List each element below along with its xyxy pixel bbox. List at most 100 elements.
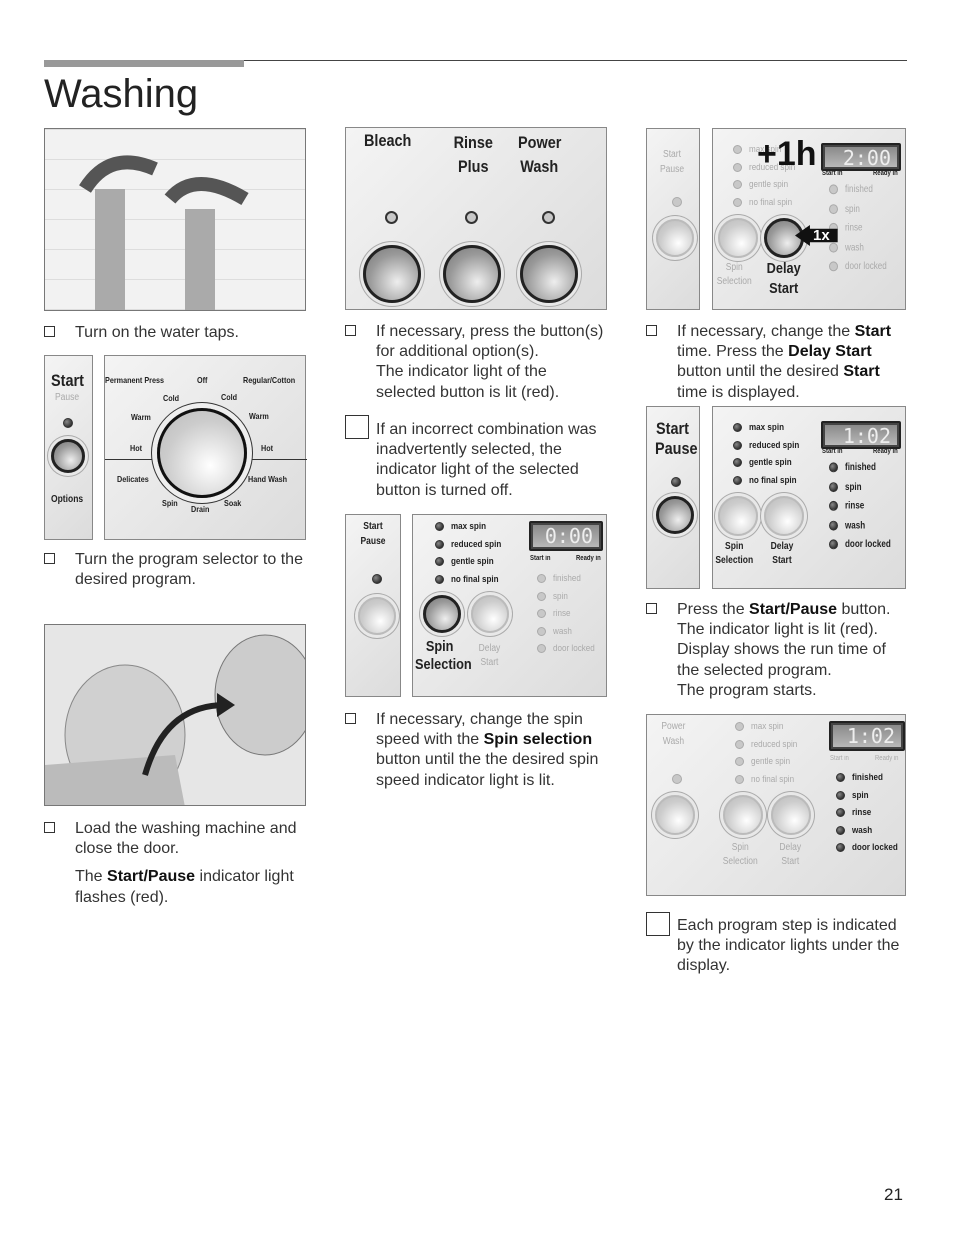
- spin-selection-button[interactable]: [718, 496, 758, 536]
- indicator-row: rinse: [829, 497, 899, 516]
- checkbox-bullet-icon: [44, 326, 55, 337]
- indicator-label: wash: [553, 625, 572, 637]
- step-press-start: Press the Start/Pause button. The indicat…: [646, 600, 911, 701]
- spin-selection-panel: max spin reduced spin gentle spin no final …: [412, 514, 607, 697]
- power-wash-label: Power Wash: [518, 133, 562, 176]
- spin-selection-button[interactable]: [718, 218, 758, 258]
- indicator-row: wash: [829, 238, 894, 257]
- indicator-label: no final spin: [749, 196, 793, 208]
- indicator-row: gentle spin: [733, 454, 808, 472]
- indicator-row: spin: [537, 588, 602, 606]
- indicator-light-icon: [829, 462, 838, 473]
- indicator-label: spin: [852, 789, 869, 801]
- power-wash-button[interactable]: [520, 245, 578, 303]
- note-incorrect-combination: If an incorrect combination was inadvert…: [345, 415, 610, 501]
- indicator-label: rinse: [845, 500, 865, 513]
- indicator-row: no final spin: [435, 571, 510, 589]
- start-pause-panel: Start Pause: [646, 128, 700, 310]
- step-program-selector: Turn the program selector to the desired…: [44, 550, 306, 590]
- start-pause-panel: Start Pause: [345, 514, 401, 697]
- start-in-label: Start in: [530, 555, 551, 562]
- indicator-label: finished: [852, 772, 883, 784]
- dial-label-warm: Warm: [131, 412, 151, 422]
- start-indicator-light: [672, 197, 682, 207]
- power-wash-button[interactable]: [655, 795, 695, 835]
- option-buttons-panel: Bleach Rinse Plus Power Wash: [345, 127, 607, 310]
- indicator-light-icon: [733, 458, 742, 468]
- indicator-row: door locked: [829, 257, 894, 276]
- checkbox-bullet-icon: [44, 553, 55, 564]
- water-taps-illustration: [44, 128, 306, 311]
- indicator-label: max spin: [749, 422, 785, 434]
- dial-label-hand-wash: Hand Wash: [248, 474, 288, 484]
- indicator-label: max spin: [751, 721, 784, 733]
- indicator-row: door locked: [836, 839, 906, 857]
- indicator-light-icon: [733, 475, 742, 485]
- time-display: 1:02: [829, 721, 905, 751]
- indicator-label: wash: [845, 241, 864, 254]
- time-display: 2:00: [821, 143, 901, 171]
- status-lights-list: finished spin rinse wash door locked: [836, 769, 906, 857]
- step-turn-on-taps: Turn on the water taps.: [44, 323, 306, 343]
- step-delay-start: If necessary, change the Start time. Pre…: [646, 322, 911, 403]
- start-in-label: Start in: [822, 448, 843, 455]
- step-options: If necessary, press the button(s) for ad…: [345, 322, 610, 403]
- start-pause-button[interactable]: [656, 219, 694, 257]
- delay-start-button[interactable]: [764, 496, 804, 536]
- spin-selection-button[interactable]: [423, 595, 461, 633]
- indicator-light-icon: [735, 774, 744, 784]
- delay-start-button[interactable]: [764, 218, 804, 258]
- dial-label-cold: Cold: [221, 392, 238, 402]
- spin-options-list: max spin reduced spin gentle spin no final …: [733, 419, 808, 489]
- indicator-row: finished: [829, 180, 894, 199]
- indicator-light-icon: [537, 626, 546, 636]
- indicator-row: door locked: [829, 535, 899, 554]
- start-pause-button[interactable]: [358, 597, 396, 635]
- indicator-row: max spin: [435, 518, 510, 536]
- checkbox-bullet-icon: [345, 713, 356, 724]
- step-text: Turn the program selector to the desired…: [75, 551, 303, 589]
- start-pause-button[interactable]: [51, 439, 85, 473]
- indicator-label: gentle spin: [749, 457, 792, 469]
- indicator-row: wash: [836, 822, 906, 840]
- indicator-row: reduced spin: [735, 736, 805, 754]
- ready-in-label: Ready in: [576, 555, 601, 562]
- checkbox-bullet-icon: [646, 325, 657, 336]
- note-text: If an incorrect combination was inadvert…: [376, 421, 597, 499]
- program-selector-dial[interactable]: [157, 408, 247, 498]
- indicator-light-icon: [829, 184, 838, 195]
- start-pause-label: Start Pause: [659, 149, 685, 175]
- options-label: Options: [51, 494, 84, 505]
- indicator-label: finished: [553, 573, 581, 585]
- indicator-light-icon: [733, 180, 742, 190]
- page-title: Washing: [44, 72, 199, 116]
- indicator-label: gentle spin: [451, 556, 494, 568]
- spin-options-list: max spin reduced spin gentle spin no final …: [735, 718, 805, 788]
- indicator-label: no final spin: [751, 773, 795, 785]
- rinse-plus-label: Rinse Plus: [453, 133, 493, 176]
- spin-selection-label: Spin Selection: [715, 541, 754, 566]
- indicator-label: spin: [845, 202, 860, 215]
- spin-options-list: max spin reduced spin gentle spin no final …: [435, 518, 510, 588]
- step-text: Turn on the water taps.: [75, 324, 239, 341]
- spin-selection-button[interactable]: [723, 795, 763, 835]
- indicator-light-icon: [435, 539, 444, 549]
- delay-start-button[interactable]: [771, 795, 811, 835]
- indicator-light-icon: [836, 843, 845, 853]
- load-arrow-icon: [45, 634, 305, 805]
- indicator-light-icon: [435, 574, 444, 584]
- indicator-row: rinse: [537, 605, 602, 623]
- time-display: 0:00: [529, 521, 603, 551]
- bleach-indicator-light: [385, 211, 398, 224]
- indicator-row: spin: [836, 787, 906, 805]
- power-wash-indicator-light: [542, 211, 555, 224]
- indicator-row: spin: [829, 477, 899, 496]
- delay-start-button[interactable]: [471, 595, 509, 633]
- indicator-label: door locked: [845, 538, 891, 551]
- dial-label-spin: Spin: [162, 498, 178, 508]
- indicator-label: no final spin: [749, 474, 797, 486]
- bleach-button[interactable]: [363, 245, 421, 303]
- status-lights-list: finished spin rinse wash door locked: [829, 458, 899, 554]
- rinse-plus-button[interactable]: [443, 245, 501, 303]
- start-pause-button[interactable]: [656, 496, 694, 534]
